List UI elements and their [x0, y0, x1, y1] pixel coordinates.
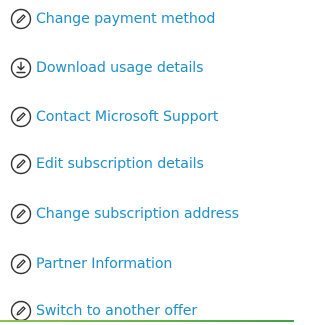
pencil-circle-icon [10, 8, 32, 30]
menu-item-label: Partner Information [36, 256, 173, 272]
contact-microsoft-support-link[interactable]: Contact Microsoft Support [10, 104, 218, 130]
pencil-circle-icon [10, 106, 32, 128]
pencil-circle-icon [10, 203, 32, 225]
download-usage-details-link[interactable]: Download usage details [10, 55, 204, 81]
pencil-circle-icon [10, 153, 32, 175]
change-subscription-address-link[interactable]: Change subscription address [10, 201, 239, 227]
menu-item-label: Switch to another offer [36, 303, 198, 319]
menu-item-label: Edit subscription details [36, 156, 204, 172]
menu-item-label: Download usage details [36, 60, 204, 76]
change-payment-method-link[interactable]: Change payment method [10, 6, 215, 32]
edit-subscription-details-link[interactable]: Edit subscription details [10, 151, 204, 177]
partner-information-link[interactable]: Partner Information [10, 251, 172, 277]
pencil-circle-icon [10, 253, 32, 275]
bottom-accent-bar [0, 320, 294, 322]
pencil-circle-icon [10, 300, 32, 322]
download-circle-icon [10, 57, 32, 79]
menu-item-label: Change payment method [36, 11, 216, 27]
menu-item-label: Change subscription address [36, 206, 239, 222]
menu-item-label: Contact Microsoft Support [36, 109, 219, 125]
